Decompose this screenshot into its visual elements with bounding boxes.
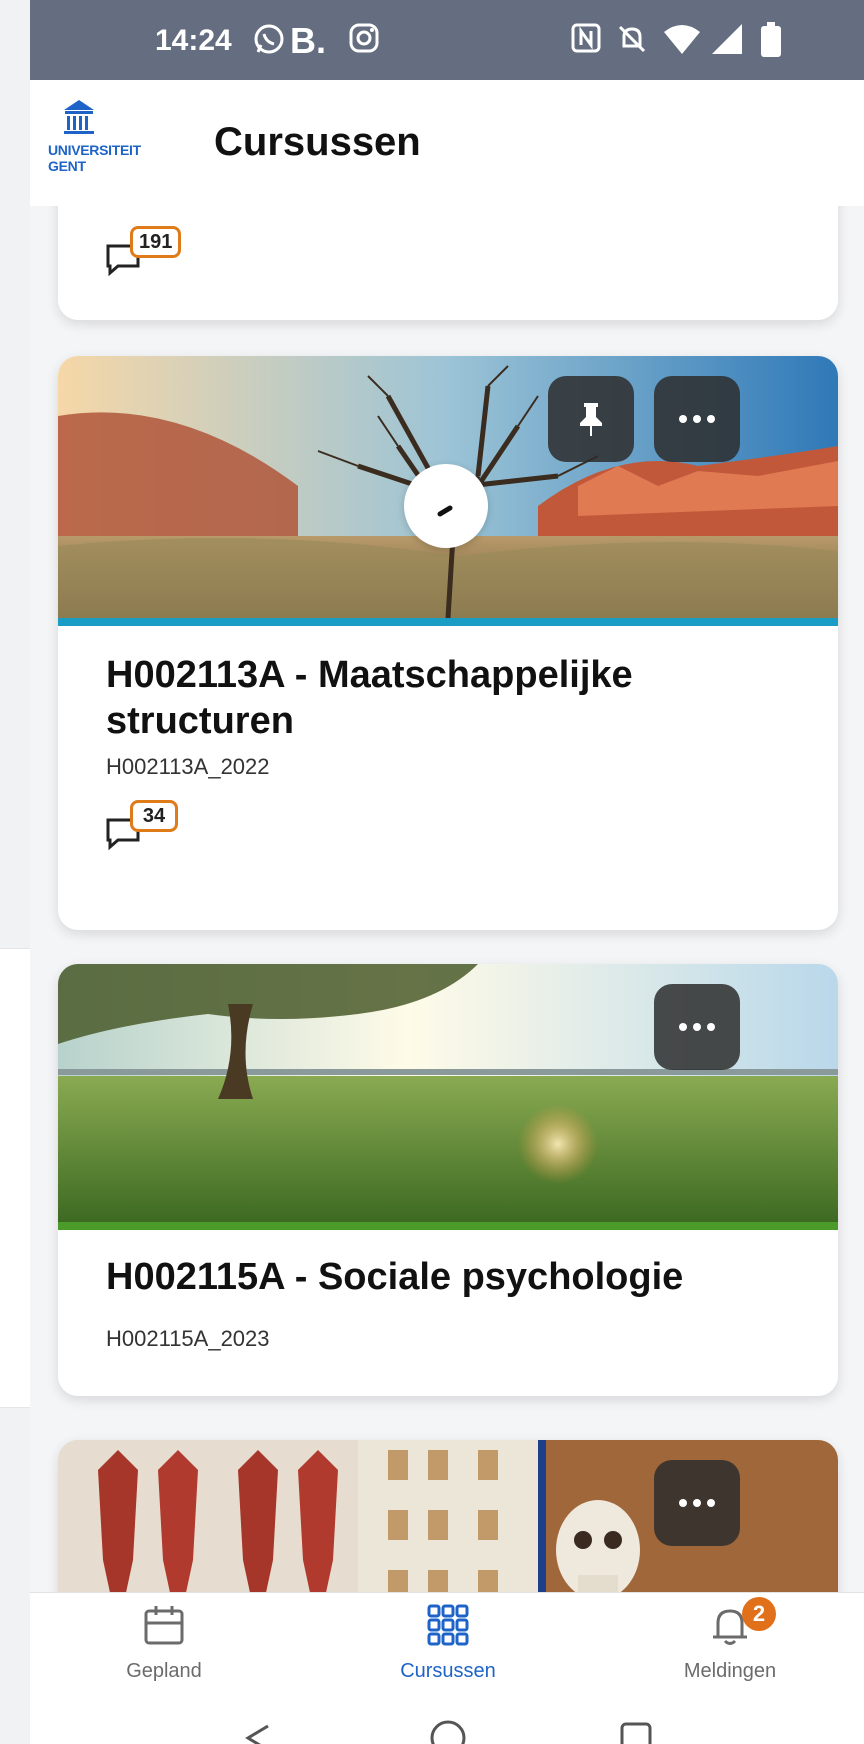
- app-header: UNIVERSITEIT GENT Cursussen: [30, 80, 864, 206]
- comment-count: 34: [130, 800, 178, 832]
- back-icon[interactable]: [238, 1718, 278, 1744]
- bottom-navigation: Gepland Cursussen 2 Meldingen: [30, 1592, 864, 1696]
- more-options-button[interactable]: [654, 376, 740, 462]
- more-options-button[interactable]: [654, 1460, 740, 1546]
- comment-badge[interactable]: 34: [104, 800, 184, 856]
- page-title: Cursussen: [214, 120, 421, 164]
- status-bar: 14:24 B.: [30, 0, 864, 80]
- more-options-button[interactable]: [654, 984, 740, 1070]
- app-notification-letter: B.: [290, 20, 326, 61]
- battery-icon: [760, 22, 782, 63]
- status-time: 14:24: [155, 24, 232, 57]
- nav-item-meldingen[interactable]: 2 Meldingen: [630, 1597, 830, 1683]
- pin-icon: [580, 403, 602, 436]
- logo-text-line1: UNIVERSITEIT: [48, 142, 141, 158]
- calendar-icon: [144, 1606, 184, 1645]
- comment-count: 191: [130, 226, 182, 258]
- logo-text: UNIVERSITEIT GENT: [48, 142, 141, 174]
- course-card[interactable]: [58, 1440, 838, 1592]
- instagram-icon: [348, 22, 380, 59]
- mute-icon: [615, 22, 649, 61]
- background-panel: [0, 948, 30, 1408]
- nfc-icon: [570, 22, 602, 59]
- recents-icon[interactable]: [616, 1718, 656, 1744]
- comment-badge[interactable]: 191: [104, 226, 184, 282]
- course-title[interactable]: H002115A - Sociale psychologie: [106, 1254, 806, 1300]
- course-accent-bar: [58, 1222, 838, 1230]
- loading-spinner: [404, 464, 488, 548]
- notification-count-badge: 2: [742, 1597, 776, 1631]
- course-card[interactable]: 191: [58, 206, 838, 320]
- course-card[interactable]: H002115A - Sociale psychologie H002115A_…: [58, 964, 838, 1396]
- nav-label: Cursussen: [400, 1660, 496, 1682]
- nav-item-cursussen[interactable]: Cursussen: [348, 1603, 548, 1683]
- course-banner-image: [58, 964, 838, 1222]
- nav-label: Meldingen: [683, 1660, 777, 1682]
- nav-label: Gepland: [126, 1660, 202, 1682]
- course-code: H002115A_2023: [106, 1326, 270, 1351]
- course-code: H002113A_2022: [106, 754, 270, 779]
- pin-button[interactable]: [548, 376, 634, 462]
- wifi-icon: [662, 22, 702, 61]
- course-list[interactable]: 191 H002113A - Maatschappelijke structur…: [30, 206, 864, 1592]
- whatsapp-icon: [252, 22, 286, 61]
- nav-item-gepland[interactable]: Gepland: [64, 1603, 264, 1683]
- course-accent-bar: [58, 618, 838, 626]
- grid-icon: [427, 1604, 469, 1646]
- course-card[interactable]: H002113A - Maatschappelijke structuren H…: [58, 356, 838, 930]
- course-banner-image: [58, 1440, 838, 1592]
- course-title[interactable]: H002113A - Maatschappelijke structuren: [106, 652, 806, 744]
- signal-icon: [710, 22, 744, 61]
- ugent-building-icon: [64, 100, 94, 134]
- home-icon[interactable]: [428, 1718, 468, 1744]
- app-window: 14:24 B. UNIVERSITEIT GENT Cursussen 191…: [30, 0, 864, 1744]
- ugent-logo[interactable]: UNIVERSITEIT GENT: [48, 98, 158, 188]
- logo-text-line2: GENT: [48, 158, 86, 174]
- system-navigation-bar: [30, 1696, 864, 1744]
